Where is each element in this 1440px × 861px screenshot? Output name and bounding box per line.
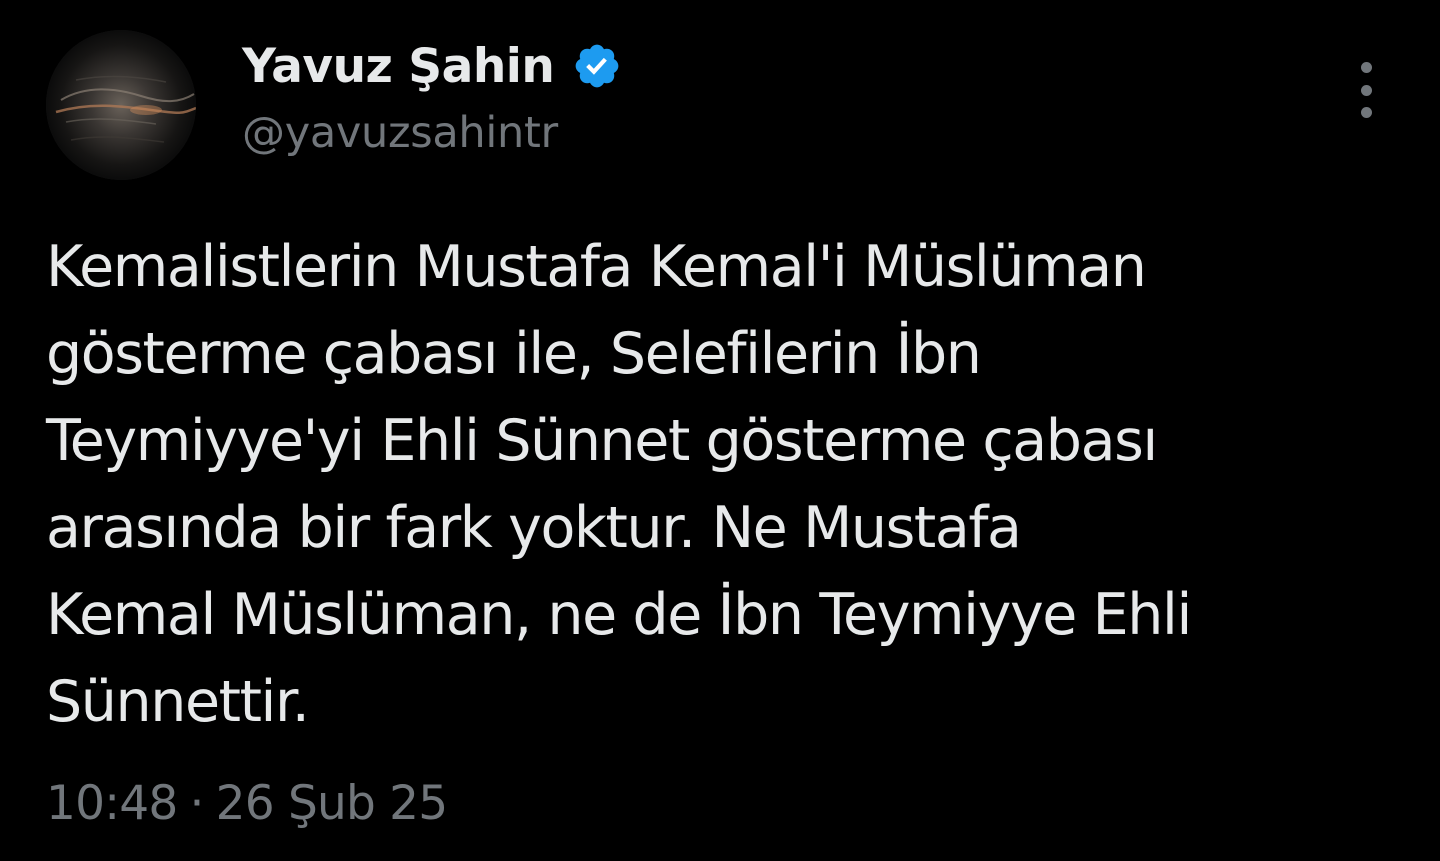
author-handle[interactable]: @yavuzsahintr bbox=[242, 108, 558, 158]
verified-badge-icon[interactable] bbox=[572, 41, 622, 91]
tweet-timestamp[interactable]: 10:48 · 26 Şub 25 bbox=[46, 776, 449, 831]
tweet-card: Yavuz Şahin @yavuzsahintr Kemalistlerin … bbox=[0, 0, 1440, 861]
tweet-text-line: Kemal Müslüman, ne de İbn Teymiyye Ehli bbox=[46, 582, 1192, 648]
avatar[interactable] bbox=[46, 30, 196, 180]
tweet-time: 10:48 bbox=[46, 776, 178, 831]
more-dot bbox=[1360, 84, 1372, 96]
author-name-row: Yavuz Şahin bbox=[242, 36, 622, 96]
tweet-text-line: Teymiyye'yi Ehli Sünnet gösterme çabası bbox=[46, 408, 1158, 474]
tweet-text-line: gösterme çabası ile, Selefilerin İbn bbox=[46, 321, 982, 387]
timestamp-separator: · bbox=[189, 776, 204, 831]
tweet-text-line: arasında bir fark yoktur. Ne Mustafa bbox=[46, 495, 1022, 561]
author-display-name[interactable]: Yavuz Şahin bbox=[242, 39, 555, 94]
avatar-image bbox=[46, 30, 196, 180]
tweet-date: 26 Şub 25 bbox=[215, 776, 449, 831]
tweet-text-line: Kemalistlerin Mustafa Kemal'i Müslüman bbox=[46, 234, 1147, 300]
more-dot bbox=[1360, 107, 1372, 118]
more-options-icon[interactable] bbox=[1346, 62, 1386, 118]
tweet-text-line: Sünnettir. bbox=[46, 669, 310, 735]
tweet-text: Kemalistlerin Mustafa Kemal'i Müslüman g… bbox=[46, 224, 1406, 746]
more-dot bbox=[1360, 62, 1372, 73]
